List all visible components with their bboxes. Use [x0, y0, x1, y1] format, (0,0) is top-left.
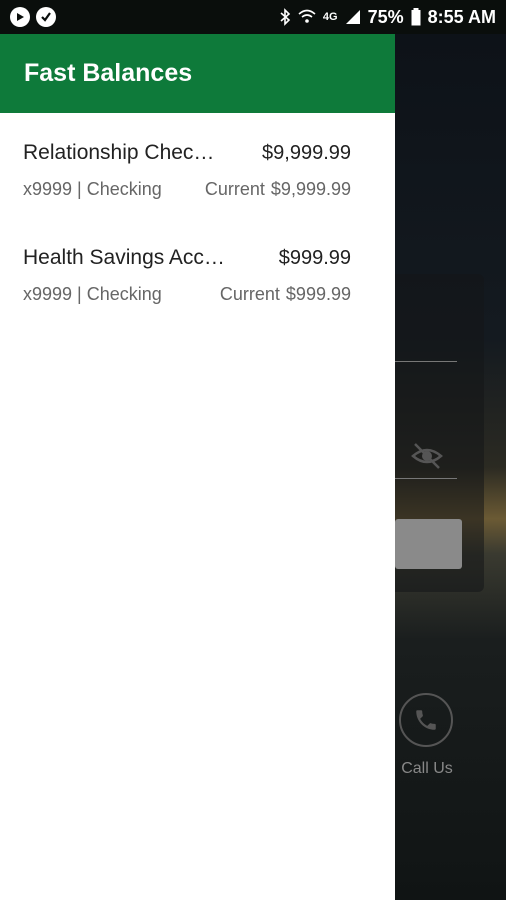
current-amount: $999.99: [285, 284, 351, 304]
signal-icon: [345, 10, 360, 24]
account-balance: $9,999.99: [262, 142, 351, 164]
account-number-type: x9999 | Checking: [23, 284, 162, 304]
battery-icon: [411, 8, 421, 26]
network-type: 4G: [322, 11, 338, 23]
drawer-title: Fast Balances: [24, 59, 193, 87]
fast-balances-drawer: Fast Balances Relationship Chec… $9,999.…: [0, 34, 395, 900]
eye-off-icon: [410, 440, 444, 472]
background-sign-in-button: [395, 519, 462, 569]
current-amount: $9,999.99: [270, 179, 351, 199]
background-password-underline: [395, 478, 457, 479]
account-name: Relationship Chec…: [23, 141, 215, 164]
play-icon: [10, 7, 30, 27]
bluetooth-icon: [280, 8, 291, 26]
account-name: Health Savings Acc…: [23, 246, 225, 269]
background-username-underline: [395, 361, 457, 362]
wifi-icon: [298, 9, 316, 23]
status-right: 4G 75% 8:55 AM: [279, 7, 496, 28]
status-left: [10, 7, 56, 27]
status-bar: 4G 75% 8:55 AM: [0, 0, 506, 34]
current-label: Current: [204, 179, 265, 199]
battery-percent: 75%: [367, 6, 404, 27]
account-current: Current $999.99: [220, 284, 351, 305]
account-number-type: x9999 | Checking: [23, 179, 162, 199]
phone-icon: [399, 693, 453, 747]
call-us-label: Call Us: [401, 760, 453, 777]
account-item[interactable]: Relationship Chec… $9,999.99 x9999 | Che…: [23, 141, 351, 200]
current-label: Current: [219, 284, 280, 304]
drawer-header: Fast Balances: [0, 34, 395, 113]
check-icon: [36, 7, 56, 27]
clock: 8:55 AM: [427, 6, 496, 27]
account-balance: $999.99: [278, 247, 351, 269]
account-current: Current $9,999.99: [205, 179, 351, 200]
account-item[interactable]: Health Savings Acc… $999.99 x9999 | Chec…: [23, 246, 351, 305]
